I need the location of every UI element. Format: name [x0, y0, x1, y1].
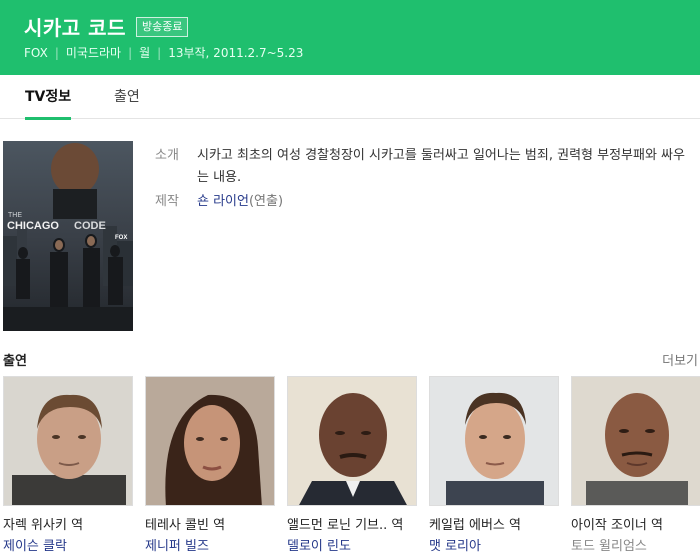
actor-portrait [572, 377, 700, 505]
program-header: 시카고 코드 방송종료 FOX | 미국드라마 | 월 | 13부작, 2011… [0, 0, 700, 75]
cast-card: 아이작 조이너 역 토드 윌리엄스 [571, 376, 700, 554]
program-meta: FOX | 미국드라마 | 월 | 13부작, 2011.2.7~5.23 [24, 44, 303, 61]
meta-divider: | [157, 45, 162, 60]
cast-photo[interactable] [3, 376, 133, 506]
actor-portrait [4, 377, 132, 505]
tab-cast[interactable]: 출연 [114, 75, 140, 119]
cast-role: 앨드먼 로닌 기브.. 역 [287, 518, 404, 533]
cast-actor-link[interactable]: 맷 로리아 [429, 535, 559, 554]
status-badge: 방송종료 [135, 16, 189, 37]
cast-card: 자렉 위사키 역 제이슨 클락 [3, 376, 133, 554]
info-production: 제작 숀 라이언(연출) [155, 191, 695, 213]
production-label: 제작 [155, 194, 179, 209]
cast-role: 아이작 조이너 역 [571, 518, 663, 533]
meta-airday: 월 [139, 46, 151, 60]
cast-actor-link[interactable]: 제이슨 클락 [3, 535, 133, 554]
title-row: 시카고 코드 방송종료 [24, 12, 189, 41]
meta-network: FOX [24, 45, 48, 60]
production-value: 숀 라이언(연출) [197, 191, 283, 213]
active-tab-indicator [25, 117, 72, 120]
program-info: 소개 시카고 최초의 여성 경찰청장이 시카고를 둘러싸고 일어나는 범죄, 권… [155, 145, 695, 213]
svg-text:THE: THE [8, 212, 22, 219]
actor-portrait [288, 377, 416, 505]
meta-divider: | [54, 45, 59, 60]
svg-text:CHICAGO: CHICAGO [7, 220, 59, 232]
svg-text:FOX: FOX [115, 235, 127, 241]
intro-label: 소개 [155, 148, 179, 163]
poster-image: THE CHICAGO CODE FOX [3, 141, 133, 331]
cast-photo[interactable] [145, 376, 275, 506]
meta-divider: | [128, 45, 133, 60]
cast-actor-link[interactable]: 델로이 린도 [287, 535, 417, 554]
producer-link[interactable]: 숀 라이언 [197, 194, 249, 209]
svg-text:CODE: CODE [74, 220, 106, 232]
cast-card: 앨드먼 로닌 기브.. 역 델로이 린도 [287, 376, 417, 554]
producer-role: (연출) [248, 194, 284, 209]
cast-actor-link[interactable]: 제니퍼 빌즈 [145, 535, 275, 554]
cast-card: 케일럽 에버스 역 맷 로리아 [429, 376, 559, 554]
intro-text: 시카고 최초의 여성 경찰청장이 시카고를 둘러싸고 일어나는 범죄, 권력형 … [197, 148, 685, 185]
cast-role: 케일럽 에버스 역 [429, 518, 521, 533]
actor-portrait [146, 377, 274, 505]
cast-photo[interactable] [287, 376, 417, 506]
cast-role: 테레사 콜빈 역 [145, 518, 226, 533]
tab-bar: TV정보 출연 [0, 75, 700, 120]
program-title[interactable]: 시카고 코드 [24, 12, 126, 41]
meta-genre: 미국드라마 [65, 46, 122, 60]
more-cast-link[interactable]: 더보기 [662, 350, 698, 369]
tab-tv-info-label: TV정보 [25, 89, 72, 105]
program-poster[interactable]: THE CHICAGO CODE FOX [3, 141, 133, 331]
tab-tv-info[interactable]: TV정보 [25, 75, 72, 120]
actor-portrait [430, 377, 558, 505]
cast-heading: 출연 [3, 354, 27, 369]
cast-actor-name: 토드 윌리엄스 [571, 539, 647, 554]
tab-cast-label: 출연 [114, 89, 140, 105]
cast-photo[interactable] [429, 376, 559, 506]
cast-role: 자렉 위사키 역 [3, 518, 84, 533]
cast-photo[interactable] [571, 376, 700, 506]
meta-episodes-dates: 13부작, 2011.2.7~5.23 [168, 46, 304, 60]
info-intro: 소개 시카고 최초의 여성 경찰청장이 시카고를 둘러싸고 일어나는 범죄, 권… [155, 145, 695, 189]
cast-card: 테레사 콜빈 역 제니퍼 빌즈 [145, 376, 275, 554]
